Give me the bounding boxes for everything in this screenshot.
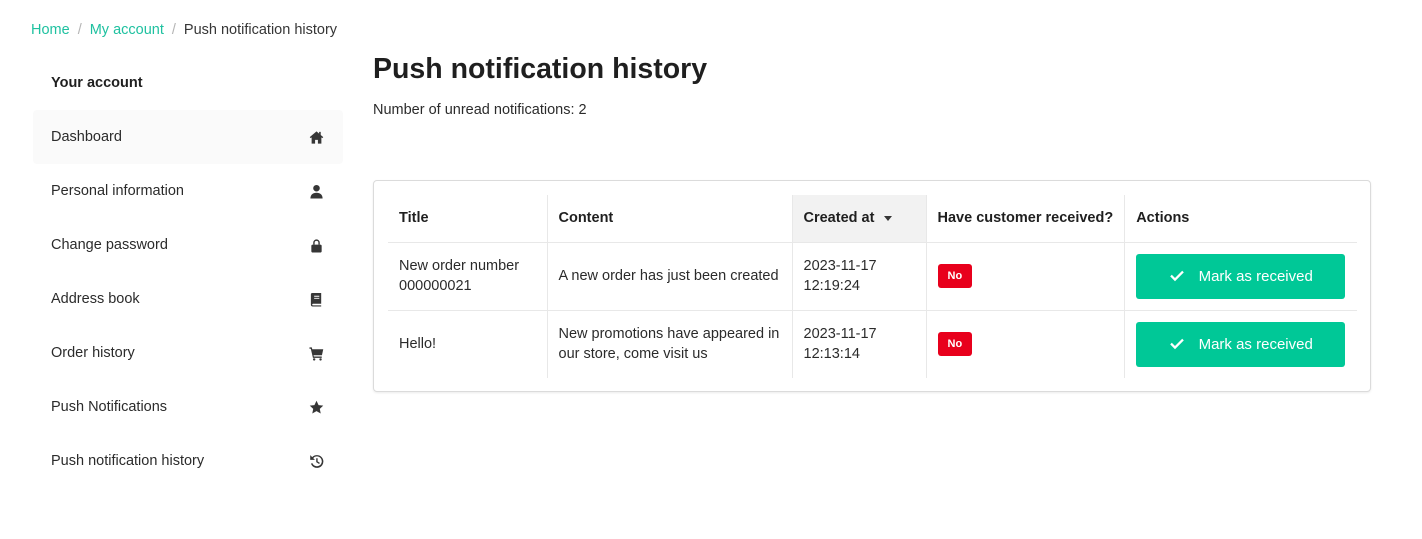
cell-actions: Mark as received (1124, 242, 1357, 311)
sidebar-item-label: Order history (51, 345, 135, 361)
table-header-row: Title Content Created at Have customer r… (388, 195, 1357, 243)
table-row: New order number 000000021 A new order h… (388, 242, 1357, 311)
cell-title: New order number 000000021 (388, 242, 548, 311)
sidebar-item-change-password[interactable]: Change password (33, 218, 343, 272)
sidebar-item-address-book[interactable]: Address book (33, 272, 343, 326)
mark-as-received-label: Mark as received (1198, 335, 1313, 353)
breadcrumb-separator: / (171, 22, 176, 38)
breadcrumb-account-link[interactable]: My account (90, 20, 164, 40)
sidebar-item-label: Personal information (51, 183, 184, 199)
sidebar-item-push-notification-history[interactable]: Push notification history (33, 434, 343, 488)
cell-content: New promotions have appeared in our stor… (547, 310, 793, 378)
unread-notifications-text: Number of unread notifications: 2 (373, 100, 1371, 120)
page-title: Push notification history (373, 53, 708, 85)
status-badge: No (937, 332, 973, 357)
sidebar-item-personal-information[interactable]: Personal information (33, 164, 343, 218)
column-header-actions: Actions (1124, 195, 1357, 243)
notifications-table-card: Title Content Created at Have customer r… (373, 180, 1371, 392)
cart-icon (307, 344, 325, 362)
unread-label: Number of unread notifications: (373, 102, 575, 118)
sidebar-item-dashboard[interactable]: Dashboard (33, 110, 343, 164)
sidebar-heading: Your account (51, 75, 143, 91)
history-icon (307, 452, 325, 470)
account-sidebar: Your account Dashboard Personal informat… (33, 56, 343, 488)
column-header-created-at-label: Created at (803, 210, 875, 227)
cell-content: A new order has just been created (547, 242, 793, 311)
sidebar-item-label: Address book (51, 291, 140, 307)
status-badge: No (937, 264, 973, 288)
breadcrumb-current: Push notification history (183, 22, 338, 38)
main-content: Push notification history Number of unre… (373, 48, 1371, 392)
sidebar-item-push-notifications[interactable]: Push Notifications (33, 380, 343, 434)
book-icon (307, 290, 325, 308)
column-header-title[interactable]: Title (388, 195, 548, 243)
table-row: Hello! New promotions have appeared in o… (388, 310, 1357, 378)
cell-created-at: 2023-11-17 12:13:14 (792, 310, 927, 378)
user-icon (307, 182, 325, 200)
cell-created-at: 2023-11-17 12:19:24 (792, 242, 927, 311)
lock-icon (307, 236, 325, 254)
star-icon (307, 398, 325, 416)
breadcrumb-home-link[interactable]: Home (31, 20, 70, 40)
column-header-content[interactable]: Content (547, 195, 793, 243)
breadcrumb: Home / My account / Push notification hi… (31, 20, 337, 40)
column-header-created-at[interactable]: Created at (792, 195, 927, 243)
column-header-received[interactable]: Have customer received? (926, 195, 1126, 243)
sidebar-item-label: Change password (51, 237, 168, 253)
home-icon (307, 128, 325, 146)
cell-actions: Mark as received (1125, 310, 1357, 378)
sidebar-item-order-history[interactable]: Order history (33, 326, 343, 380)
check-icon (1169, 268, 1185, 284)
sort-desc-icon (884, 215, 893, 221)
cell-received: No (926, 310, 1126, 378)
mark-as-received-label: Mark as received (1198, 267, 1313, 285)
sidebar-item-label: Push Notifications (51, 399, 168, 415)
sidebar-item-label: Push notification history (51, 453, 205, 469)
notifications-table: Title Content Created at Have customer r… (388, 195, 1357, 378)
cell-title: Hello! (388, 310, 548, 378)
breadcrumb-separator: / (77, 22, 82, 38)
check-icon (1169, 336, 1185, 352)
cell-received: No (926, 242, 1126, 311)
mark-as-received-button[interactable]: Mark as received (1136, 321, 1346, 367)
mark-as-received-button[interactable]: Mark as received (1136, 253, 1346, 299)
unread-count: 2 (578, 102, 587, 118)
sidebar-item-label: Dashboard (51, 129, 122, 145)
